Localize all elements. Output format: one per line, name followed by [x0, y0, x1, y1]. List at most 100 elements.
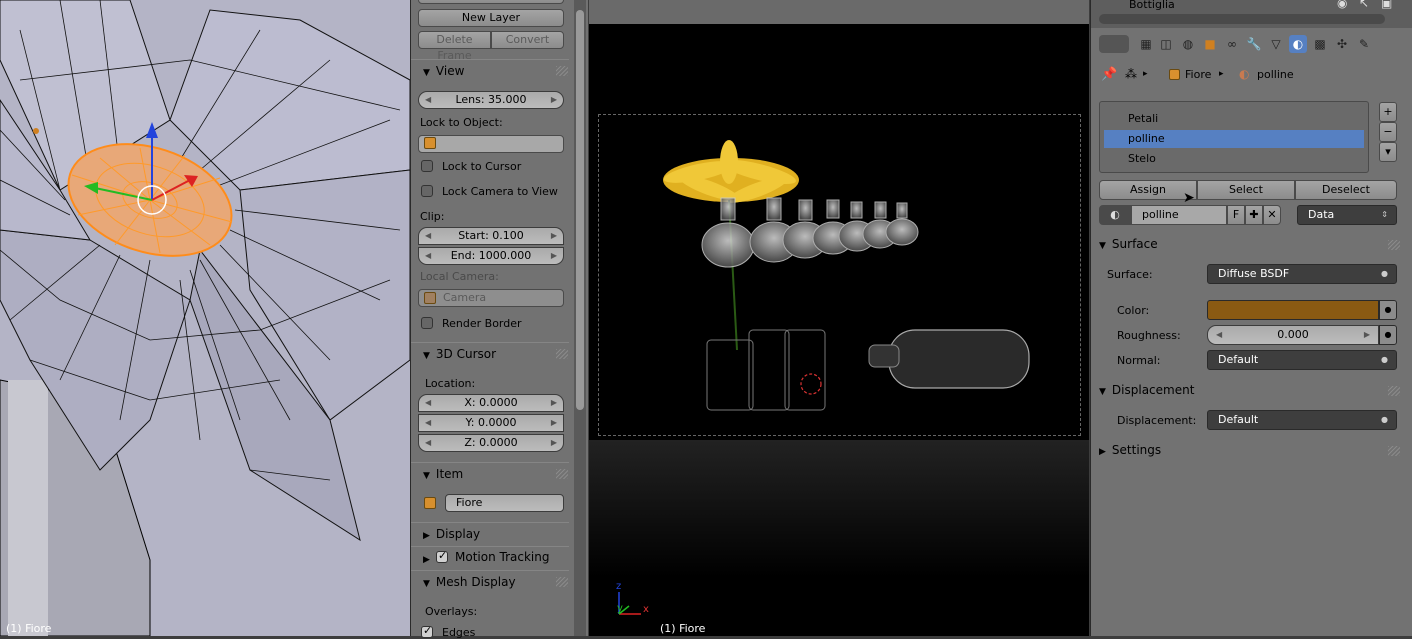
surface-shader-dropdown[interactable]: Diffuse BSDF ● [1207, 264, 1397, 284]
particles-tab-icon[interactable]: ✣ [1333, 35, 1351, 53]
collapsed-triangle-icon: ▶ [423, 555, 430, 565]
outliner-scrollbar[interactable] [1099, 14, 1385, 24]
displacement-panel-header[interactable]: ▼ Displacement [1099, 379, 1399, 401]
cursor-panel-header[interactable]: ▼ 3D Cursor [411, 342, 569, 364]
breadcrumb-material[interactable]: polline [1257, 68, 1294, 81]
item-name-field[interactable]: Fiore [445, 494, 564, 512]
scrollbar-thumb[interactable] [576, 10, 584, 410]
cursor-y-field[interactable]: ◀ Y: 0.0000 ▶ [418, 414, 564, 432]
physics-tab-icon[interactable]: ✎ [1355, 35, 1373, 53]
lens-field[interactable]: ◀ Lens: 35.000 ▶ [418, 91, 564, 109]
unlink-material-icon[interactable]: ✕ [1263, 205, 1281, 225]
mesh-display-panel-header[interactable]: ▼ Mesh Display [411, 570, 569, 592]
cursor-x-field[interactable]: ◀ X: 0.0000 ▶ [418, 394, 564, 412]
scene-icon: ⁂ [1125, 67, 1137, 81]
local-camera-field[interactable]: Camera [418, 289, 564, 307]
node-socket-icon[interactable]: ● [1379, 325, 1397, 345]
viewport-3d-render[interactable]: x y z (1) Fiore [589, 0, 1089, 636]
remove-slot-button[interactable]: − [1379, 122, 1397, 142]
roughness-field[interactable]: ◀ 0.000 ▶ [1207, 325, 1379, 345]
lock-to-cursor-checkbox[interactable] [421, 160, 433, 172]
link-type-dropdown[interactable]: Data ⇕ [1297, 205, 1397, 225]
render-border-label: Render Border [442, 317, 522, 330]
modifiers-tab-icon[interactable]: 🔧 [1245, 35, 1263, 53]
right-arrow-icon: ▶ [550, 418, 557, 427]
edges-checkbox[interactable] [421, 624, 433, 638]
list-item[interactable]: polline [1104, 130, 1364, 148]
world-tab-icon[interactable]: ◍ [1179, 35, 1197, 53]
texture-tab-icon[interactable]: ▩ [1311, 35, 1329, 53]
settings-panel-header[interactable]: ▶ Settings [1099, 439, 1399, 461]
deselect-button[interactable]: Deselect [1295, 180, 1397, 200]
motion-tracking-checkbox[interactable] [436, 549, 448, 563]
viewport-3d-edit[interactable]: (1) Fiore [0, 0, 410, 636]
normal-dropdown[interactable]: Default ● [1207, 350, 1397, 370]
pin-icon[interactable]: 📌 [1101, 67, 1117, 82]
clip-end-field[interactable]: ◀ End: 1000.000 ▶ [418, 247, 564, 265]
displacement-dropdown[interactable]: Default ● [1207, 410, 1397, 430]
color-swatch[interactable] [1207, 300, 1379, 320]
panel-grip-icon[interactable] [556, 469, 568, 479]
view-panel-header[interactable]: ▼ View [411, 59, 569, 81]
fake-user-button[interactable]: F [1227, 205, 1245, 225]
surface-panel-header[interactable]: ▼ Surface [1099, 233, 1399, 255]
constraints-tab-icon[interactable]: ∞ [1223, 35, 1241, 53]
left-arrow-icon: ◀ [425, 95, 432, 104]
material-browse-button[interactable]: ◐ [1099, 205, 1131, 225]
render-camera-icon[interactable]: ▣ [1381, 0, 1392, 10]
render-tab-icon[interactable]: ▦ [1137, 35, 1155, 53]
panel-grip-icon[interactable] [1388, 446, 1400, 456]
node-socket-icon[interactable]: ● [1379, 300, 1397, 320]
new-material-icon[interactable]: ✚ [1245, 205, 1263, 225]
panel-grip-icon[interactable] [1388, 240, 1400, 250]
panel-grip-icon[interactable] [556, 349, 568, 359]
panel-grip-icon[interactable] [556, 66, 568, 76]
lock-object-field[interactable] [418, 135, 564, 153]
render-layers-tab-icon[interactable]: ◫ [1157, 35, 1175, 53]
clip-start-field[interactable]: ◀ Start: 0.100 ▶ [418, 227, 564, 245]
left-arrow-icon: ◀ [425, 438, 432, 447]
convert-button[interactable]: Convert [491, 31, 564, 49]
lock-camera-to-view-label: Lock Camera to View [442, 185, 558, 198]
node-socket-icon: ● [1381, 269, 1388, 278]
panel-grip-icon[interactable] [1388, 386, 1400, 396]
lock-to-cursor-label: Lock to Cursor [442, 160, 522, 173]
item-panel-header[interactable]: ▼ Item [411, 462, 569, 484]
panel-grip-icon[interactable] [556, 577, 568, 587]
new-layer-button[interactable]: New Layer [418, 9, 564, 27]
delete-frame-button[interactable]: Delete Frame [418, 31, 491, 62]
axis-z-label: z [616, 581, 622, 592]
breadcrumb-object[interactable]: Fiore [1185, 68, 1211, 81]
select-button[interactable]: Select [1197, 180, 1295, 200]
cursor-z-field[interactable]: ◀ Z: 0.0000 ▶ [418, 434, 564, 452]
list-item[interactable]: Stelo [1104, 150, 1364, 168]
right-arrow-icon: ▶ [550, 95, 557, 104]
material-name-field[interactable]: polline [1131, 205, 1227, 225]
normal-label: Normal: [1117, 354, 1161, 367]
cursor-select-icon[interactable]: ↖ [1359, 0, 1369, 10]
outliner-strip: Bottiglia ◉ ↖ ▣ [1091, 0, 1412, 28]
outliner-item-label[interactable]: Bottiglia [1129, 0, 1175, 11]
object-tab-icon[interactable]: ■ [1201, 35, 1219, 53]
render-border-checkbox[interactable] [421, 317, 433, 329]
data-tab-icon[interactable]: ▽ [1267, 35, 1285, 53]
expanded-triangle-icon: ▼ [423, 68, 430, 78]
eye-icon[interactable]: ◉ [1337, 0, 1347, 10]
left-arrow-icon: ◀ [425, 398, 432, 407]
tool-shelf-scrollbar[interactable] [574, 0, 586, 636]
material-tab-icon[interactable]: ◐ [1289, 35, 1307, 53]
slot-specials-button[interactable]: ▾ [1379, 142, 1397, 162]
display-panel-header[interactable]: ▶ Display [411, 522, 569, 544]
list-item[interactable]: Petali [1104, 110, 1364, 128]
clip-end-value: End: 1000.000 [450, 249, 532, 262]
material-slot-list[interactable]: Petali polline Stelo [1099, 101, 1369, 173]
add-slot-button[interactable]: + [1379, 102, 1397, 122]
breadcrumb-arrow-icon: ▸ [1143, 69, 1148, 79]
surface-label: Surface: [1107, 268, 1153, 281]
editor-type-button[interactable] [1099, 35, 1129, 53]
object-cube-icon [424, 137, 436, 149]
lock-camera-to-view-checkbox[interactable] [421, 185, 433, 197]
node-socket-icon: ● [1381, 355, 1388, 364]
item-header-label: Item [435, 467, 464, 481]
layer-field[interactable] [418, 0, 564, 4]
